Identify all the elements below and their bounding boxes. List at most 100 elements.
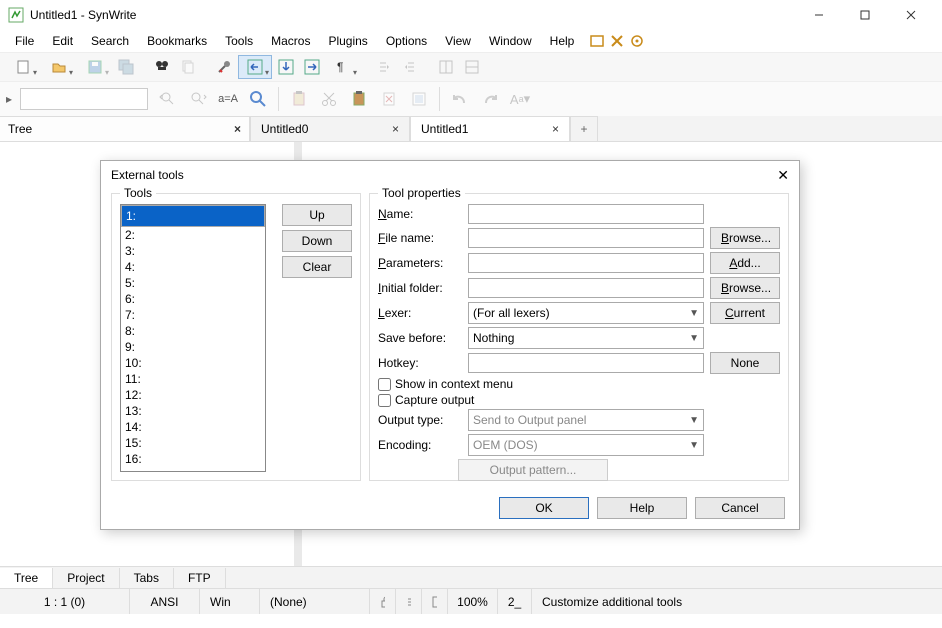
- status-tabwidth[interactable]: 2_: [498, 589, 532, 614]
- select-all-button[interactable]: [405, 85, 433, 113]
- close-button[interactable]: [888, 0, 934, 30]
- params-input[interactable]: [468, 253, 704, 273]
- delete-button[interactable]: [375, 85, 403, 113]
- status-encoding[interactable]: ANSI: [130, 589, 200, 614]
- save-all-button[interactable]: [114, 55, 138, 79]
- copy-button[interactable]: [176, 55, 200, 79]
- status-eol[interactable]: Win: [200, 589, 260, 614]
- add-param-button[interactable]: Add...: [710, 252, 780, 274]
- tools-item-3[interactable]: 3:: [121, 243, 265, 259]
- lexer-select[interactable]: (For all lexers)▼: [468, 302, 704, 324]
- tools-item-15[interactable]: 15:: [121, 435, 265, 451]
- layout2-button[interactable]: [460, 55, 484, 79]
- export-right-button[interactable]: [300, 55, 324, 79]
- save-button[interactable]: [78, 55, 112, 79]
- tools-item-11[interactable]: 11:: [121, 371, 265, 387]
- btab-tree[interactable]: Tree: [0, 568, 53, 588]
- redo-button[interactable]: [476, 85, 504, 113]
- tools-list[interactable]: 1: 2: 3: 4: 5: 6: 7: 8: 9: 10: 11: 12: 1…: [120, 204, 266, 472]
- export-down-button[interactable]: [274, 55, 298, 79]
- find-button[interactable]: [150, 55, 174, 79]
- menu-view[interactable]: View: [436, 31, 480, 51]
- clipboard-button[interactable]: [345, 85, 373, 113]
- down-button[interactable]: Down: [282, 230, 352, 252]
- cut-button[interactable]: [315, 85, 343, 113]
- new-file-button[interactable]: [6, 55, 40, 79]
- fullscreen-icon[interactable]: [589, 33, 605, 49]
- btab-ftp[interactable]: FTP: [174, 568, 226, 588]
- unindent-button[interactable]: [372, 55, 396, 79]
- menu-options[interactable]: Options: [377, 31, 436, 51]
- menu-tools[interactable]: Tools: [216, 31, 262, 51]
- menu-file[interactable]: File: [6, 31, 43, 51]
- minimize-button[interactable]: [796, 0, 842, 30]
- menu-macros[interactable]: Macros: [262, 31, 319, 51]
- show-context-checkbox[interactable]: [378, 378, 391, 391]
- menu-window[interactable]: Window: [480, 31, 541, 51]
- initfolder-input[interactable]: [468, 278, 704, 298]
- doc-tab-0[interactable]: Untitled0 ×: [250, 116, 410, 141]
- tools-item-14[interactable]: 14:: [121, 419, 265, 435]
- menu-bookmarks[interactable]: Bookmarks: [138, 31, 216, 51]
- close-icon[interactable]: ×: [392, 122, 399, 136]
- wrap-left-button[interactable]: [238, 55, 272, 79]
- tools-item-4[interactable]: 4:: [121, 259, 265, 275]
- case-toggle-button[interactable]: a=A: [214, 85, 242, 113]
- tools-item-6[interactable]: 6:: [121, 291, 265, 307]
- tools-item-9[interactable]: 9:: [121, 339, 265, 355]
- up-button[interactable]: Up: [282, 204, 352, 226]
- browse-file-button[interactable]: Browse...: [710, 227, 780, 249]
- name-input[interactable]: [468, 204, 704, 224]
- close-icon[interactable]: ×: [552, 122, 559, 136]
- hotkey-input[interactable]: [468, 353, 704, 373]
- status-selmode-icon[interactable]: [422, 589, 448, 614]
- tools-item-2[interactable]: 2:: [121, 227, 265, 243]
- savebefore-select[interactable]: Nothing▼: [468, 327, 704, 349]
- indent-button[interactable]: [398, 55, 422, 79]
- clear-button[interactable]: Clear: [282, 256, 352, 278]
- tools-item-7[interactable]: 7:: [121, 307, 265, 323]
- hotkey-none-button[interactable]: None: [710, 352, 780, 374]
- cancel-button[interactable]: Cancel: [695, 497, 785, 519]
- menu-search[interactable]: Search: [82, 31, 138, 51]
- btab-tabs[interactable]: Tabs: [120, 568, 174, 588]
- tools-item-1[interactable]: 1:: [121, 205, 265, 227]
- font-size-button[interactable]: Aa▾: [506, 85, 534, 113]
- menu-plugins[interactable]: Plugins: [319, 31, 376, 51]
- find-next-button[interactable]: [184, 85, 212, 113]
- close-icon[interactable]: ×: [234, 122, 241, 136]
- show-symbols-button[interactable]: ¶: [326, 55, 360, 79]
- find-prev-button[interactable]: [154, 85, 182, 113]
- menu-help[interactable]: Help: [541, 31, 584, 51]
- tools-gear-icon[interactable]: [629, 33, 645, 49]
- tools-item-12[interactable]: 12:: [121, 387, 265, 403]
- tools-config-button[interactable]: [212, 55, 236, 79]
- undo-button[interactable]: [446, 85, 474, 113]
- tools-item-8[interactable]: 8:: [121, 323, 265, 339]
- ok-button[interactable]: OK: [499, 497, 589, 519]
- tools-item-16[interactable]: 16:: [121, 451, 265, 467]
- panel-tab-tree[interactable]: Tree ×: [0, 116, 250, 141]
- quick-search-input[interactable]: [20, 88, 148, 110]
- tools-item-10[interactable]: 10:: [121, 355, 265, 371]
- close-doc-icon[interactable]: [609, 33, 625, 49]
- doc-tab-1[interactable]: Untitled1 ×: [410, 116, 570, 141]
- current-lexer-button[interactable]: Current: [710, 302, 780, 324]
- open-file-button[interactable]: [42, 55, 76, 79]
- maximize-button[interactable]: [842, 0, 888, 30]
- browse-folder-button[interactable]: Browse...: [710, 277, 780, 299]
- dialog-close-button[interactable]: ✕: [777, 167, 789, 184]
- menu-edit[interactable]: Edit: [43, 31, 82, 51]
- tools-item-5[interactable]: 5:: [121, 275, 265, 291]
- status-lexer[interactable]: (None): [260, 589, 370, 614]
- add-tab-button[interactable]: +: [570, 116, 598, 141]
- status-zoom[interactable]: 100%: [448, 589, 498, 614]
- tools-item-13[interactable]: 13:: [121, 403, 265, 419]
- status-wrap-icon[interactable]: [396, 589, 422, 614]
- capture-output-checkbox[interactable]: [378, 394, 391, 407]
- layout1-button[interactable]: [434, 55, 458, 79]
- btab-project[interactable]: Project: [53, 568, 119, 588]
- find-dialog-button[interactable]: [244, 85, 272, 113]
- filename-input[interactable]: [468, 228, 704, 248]
- help-button[interactable]: Help: [597, 497, 687, 519]
